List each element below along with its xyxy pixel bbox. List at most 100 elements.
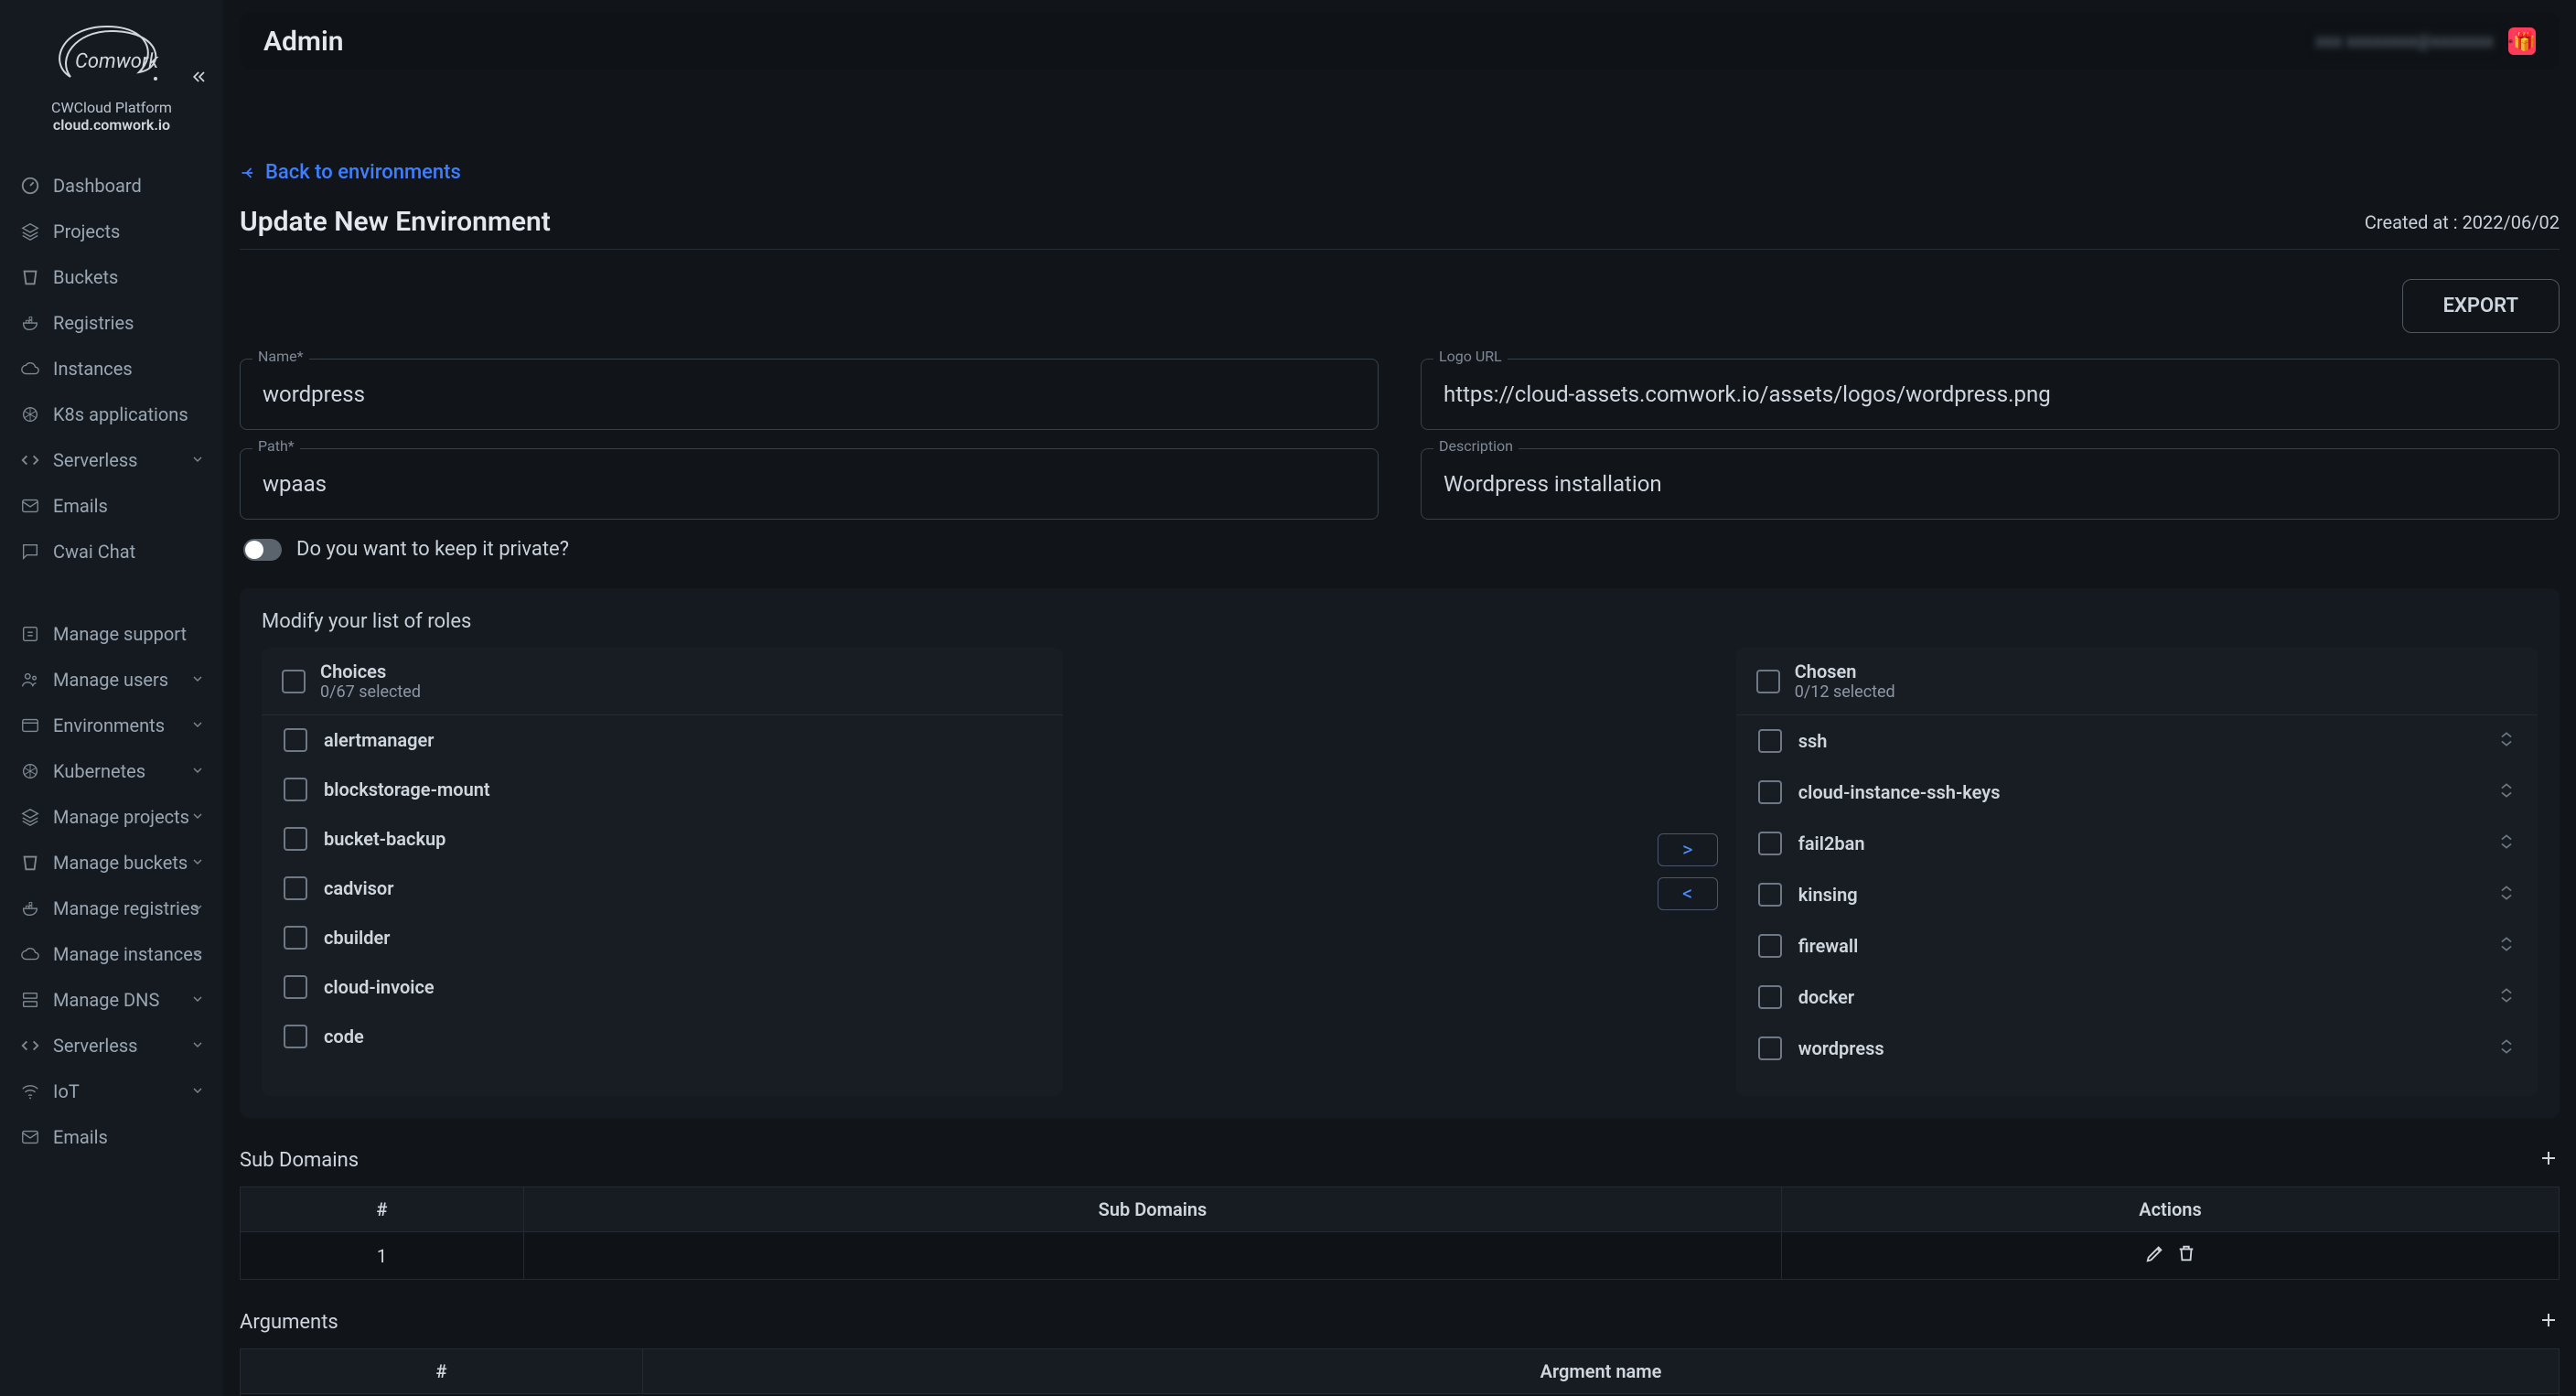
sidebar-item-environments[interactable]: Environments xyxy=(5,703,218,748)
sidebar-item-kubernetes[interactable]: Kubernetes xyxy=(5,748,218,794)
role-item-label: alertmanager xyxy=(324,729,434,751)
role-item-checkbox[interactable] xyxy=(284,1025,307,1048)
brand-block: Comwork CWCloud Platform cloud.comwork.i… xyxy=(0,0,223,145)
role-item[interactable]: kinsing xyxy=(1736,869,2538,920)
kubernetes-icon xyxy=(20,404,40,424)
arguments-col-idx: # xyxy=(241,1349,643,1394)
role-item[interactable]: fail2ban xyxy=(1736,818,2538,869)
role-item-label: code xyxy=(324,1026,364,1047)
server-icon xyxy=(20,990,40,1010)
sidebar-item-emails[interactable]: Emails xyxy=(5,1114,218,1160)
edit-icon[interactable] xyxy=(2145,1243,2165,1263)
role-item[interactable]: wordpress xyxy=(1736,1023,2538,1074)
logo-url-label: Logo URL xyxy=(1433,348,1508,365)
role-item-checkbox[interactable] xyxy=(1758,729,1782,753)
sidebar-item-cwai-chat[interactable]: Cwai Chat xyxy=(5,529,218,575)
role-item-checkbox[interactable] xyxy=(1758,780,1782,804)
role-item-label: cadvisor xyxy=(324,877,393,899)
role-item[interactable]: ssh xyxy=(1736,715,2538,767)
choices-subtitle: 0/67 selected xyxy=(320,682,421,702)
drag-handle-icon[interactable] xyxy=(2497,984,2516,1010)
role-item-checkbox[interactable] xyxy=(284,876,307,900)
sidebar-item-manage-support[interactable]: Manage support xyxy=(5,611,218,657)
sidebar-item-projects[interactable]: Projects xyxy=(5,209,218,254)
cloud-server-icon xyxy=(20,944,40,964)
sidebar-item-instances[interactable]: Instances xyxy=(5,346,218,392)
sidebar-item-manage-users[interactable]: Manage users xyxy=(5,657,218,703)
sidebar-collapse-button[interactable] xyxy=(187,64,212,90)
name-input[interactable] xyxy=(240,359,1379,430)
sidebar-item-manage-buckets[interactable]: Manage buckets xyxy=(5,840,218,886)
sidebar-item-manage-instances[interactable]: Manage instances xyxy=(5,931,218,977)
arguments-heading: Arguments xyxy=(240,1311,338,1334)
drag-handle-icon[interactable] xyxy=(2497,933,2516,959)
role-item[interactable]: code xyxy=(262,1012,1063,1061)
path-input[interactable] xyxy=(240,448,1379,520)
subdomains-table: # Sub Domains Actions 1 xyxy=(240,1187,2560,1280)
sidebar-item-k8s-applications[interactable]: K8s applications xyxy=(5,392,218,437)
sidebar-item-serverless[interactable]: Serverless xyxy=(5,437,218,483)
private-toggle[interactable] xyxy=(243,539,282,561)
gift-icon[interactable] xyxy=(2508,27,2536,55)
drag-handle-icon[interactable] xyxy=(2497,1036,2516,1061)
sidebar-item-label: Projects xyxy=(53,220,120,242)
sidebar-item-manage-projects[interactable]: Manage projects xyxy=(5,794,218,840)
chosen-listbox: Chosen 0/12 selected sshcloud-instance-s… xyxy=(1736,648,2538,1096)
role-item[interactable]: cloud-invoice xyxy=(262,962,1063,1012)
drag-handle-icon[interactable] xyxy=(2497,728,2516,754)
move-right-button[interactable]: > xyxy=(1658,833,1718,866)
brand-subtitle-1: CWCloud Platform xyxy=(15,99,209,116)
sidebar-item-label: Dashboard xyxy=(53,175,142,197)
bucket-icon xyxy=(20,267,40,287)
sidebar-item-manage-registries[interactable]: Manage registries xyxy=(5,886,218,931)
chosen-select-all-checkbox[interactable] xyxy=(1756,670,1780,693)
role-item-checkbox[interactable] xyxy=(284,728,307,752)
role-item-checkbox[interactable] xyxy=(284,926,307,950)
envelope-icon xyxy=(20,1127,40,1147)
code-icon xyxy=(20,450,40,470)
drag-handle-icon[interactable] xyxy=(2497,831,2516,856)
role-item-label: blockstorage-mount xyxy=(324,779,490,800)
sidebar-item-serverless[interactable]: Serverless xyxy=(5,1023,218,1068)
delete-icon[interactable] xyxy=(2176,1243,2196,1263)
move-left-button[interactable]: < xyxy=(1658,877,1718,910)
sidebar-item-dashboard[interactable]: Dashboard xyxy=(5,163,218,209)
sidebar-item-label: Manage instances xyxy=(53,943,202,965)
role-item[interactable]: bucket-backup xyxy=(262,814,1063,864)
role-item[interactable]: alertmanager xyxy=(262,715,1063,765)
role-item[interactable]: blockstorage-mount xyxy=(262,765,1063,814)
role-item-checkbox[interactable] xyxy=(1758,934,1782,958)
choices-select-all-checkbox[interactable] xyxy=(282,670,306,693)
add-subdomain-button[interactable] xyxy=(2538,1145,2560,1176)
drag-handle-icon[interactable] xyxy=(2497,779,2516,805)
role-item-checkbox[interactable] xyxy=(284,975,307,999)
role-item[interactable]: cbuilder xyxy=(262,913,1063,962)
envelope-icon xyxy=(20,496,40,516)
role-item-checkbox[interactable] xyxy=(1758,883,1782,907)
role-item-checkbox[interactable] xyxy=(1758,985,1782,1009)
role-item-checkbox[interactable] xyxy=(284,827,307,851)
sidebar-item-emails[interactable]: Emails xyxy=(5,483,218,529)
role-item-label: docker xyxy=(1798,986,1854,1008)
sidebar-item-label: Manage projects xyxy=(53,806,189,828)
back-link[interactable]: Back to environments xyxy=(240,161,461,184)
role-item[interactable]: cadvisor xyxy=(262,864,1063,913)
role-item-checkbox[interactable] xyxy=(1758,832,1782,855)
logo-url-input[interactable] xyxy=(1421,359,2560,430)
description-input[interactable] xyxy=(1421,448,2560,520)
export-button[interactable]: EXPORT xyxy=(2402,279,2560,333)
chevron-down-icon xyxy=(190,449,205,471)
role-item-checkbox[interactable] xyxy=(1758,1036,1782,1060)
sidebar-item-buckets[interactable]: Buckets xyxy=(5,254,218,300)
drag-handle-icon[interactable] xyxy=(2497,882,2516,907)
sidebar-item-iot[interactable]: IoT xyxy=(5,1068,218,1114)
role-item[interactable]: cloud-instance-ssh-keys xyxy=(1736,767,2538,818)
add-argument-button[interactable] xyxy=(2538,1307,2560,1337)
svg-text:Comwork: Comwork xyxy=(75,50,159,73)
sidebar-item-manage-dns[interactable]: Manage DNS xyxy=(5,977,218,1023)
role-item-checkbox[interactable] xyxy=(284,778,307,801)
layers-icon xyxy=(20,221,40,242)
sidebar-item-registries[interactable]: Registries xyxy=(5,300,218,346)
role-item[interactable]: docker xyxy=(1736,972,2538,1023)
role-item[interactable]: firewall xyxy=(1736,920,2538,972)
